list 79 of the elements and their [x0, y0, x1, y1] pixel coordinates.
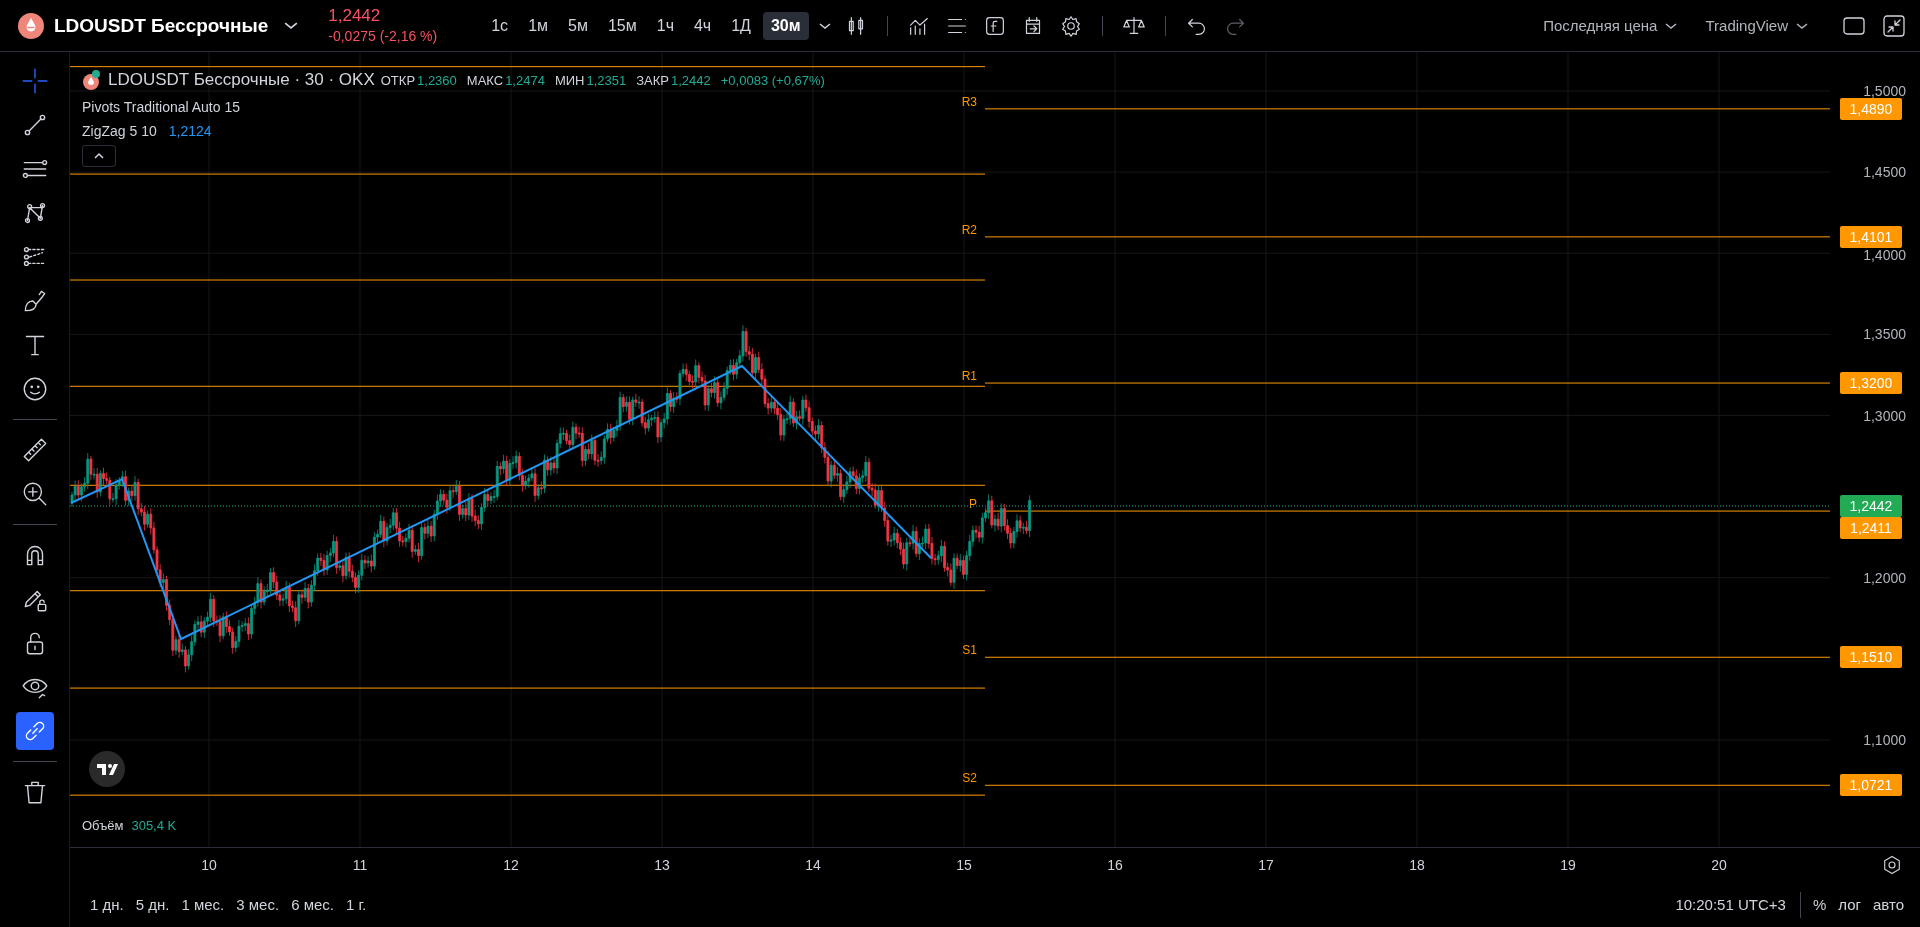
interval-button[interactable]: 5м: [560, 11, 596, 40]
symbol-name[interactable]: LDOUSDT Бессрочные: [54, 14, 269, 37]
pivot-price-label: 1,0721: [1840, 774, 1902, 797]
ohlc-label: ЗАКР: [636, 72, 669, 88]
time-label: 17: [1258, 857, 1274, 873]
price-tick: 1,3500: [1863, 326, 1906, 343]
interval-button[interactable]: 1м: [520, 11, 557, 40]
indicator-name[interactable]: Pivots Traditional Auto 15: [82, 99, 240, 115]
interval-button[interactable]: 4ч: [685, 11, 720, 40]
indicator-name[interactable]: ZigZag 5 10: [82, 123, 157, 139]
interval-button[interactable]: 15м: [599, 11, 645, 40]
time-label: 16: [1107, 857, 1123, 873]
range-button[interactable]: 1 г.: [339, 892, 373, 917]
time-label: 12: [503, 857, 519, 873]
chevron-up-icon: [92, 151, 106, 161]
time-label: 11: [352, 857, 368, 873]
caret-icon[interactable]: [284, 21, 299, 30]
pivot-label: R2: [961, 222, 977, 237]
bar-change: +0,0083 (+0,67%): [720, 72, 825, 88]
range-button[interactable]: 3 мес.: [230, 892, 286, 917]
pivot-label: R3: [961, 94, 977, 109]
pivot-label: S2: [962, 771, 977, 786]
caret-icon: [1665, 21, 1678, 30]
time-label: 10: [201, 857, 217, 873]
time-label: 13: [654, 857, 670, 873]
price-tick: 1,3000: [1863, 407, 1906, 424]
price-source-dropdown[interactable]: Последняя цена: [1537, 16, 1684, 35]
time-label: 19: [1560, 857, 1576, 873]
pivot-price-label: 1,4890: [1840, 97, 1902, 120]
range-button[interactable]: 1 дн.: [84, 892, 130, 917]
volume-value: 305,4 K: [131, 818, 177, 833]
time-label: 18: [1409, 857, 1425, 873]
pivot-label: P: [969, 497, 977, 512]
layout-dropdown[interactable]: TradingView: [1699, 16, 1814, 35]
scale-option-button[interactable]: %: [1806, 892, 1833, 917]
price-tick: 1,1000: [1863, 732, 1906, 748]
scale-option-button[interactable]: авто: [1866, 892, 1910, 917]
ohlc-value: 1,2442: [671, 72, 711, 88]
volume-label: Объём: [82, 818, 124, 833]
coin-logo-icon: [82, 69, 102, 91]
scale-option-button[interactable]: лог: [1832, 892, 1867, 917]
time-label: 20: [1711, 857, 1727, 873]
last-price: 1,2442: [328, 5, 382, 26]
price-tick: 1,5000: [1863, 82, 1906, 99]
interval-button[interactable]: 1с: [483, 11, 517, 40]
price-tick: 1,2000: [1863, 569, 1906, 586]
ohlc-label: МИН: [554, 72, 585, 88]
collapse-legend-button[interactable]: [82, 145, 116, 167]
pivot-price-label: 1,4101: [1840, 225, 1902, 248]
ohlc-value: 1,2351: [586, 72, 627, 88]
ohlc-value: 1,2360: [417, 72, 457, 88]
ohlc-value: 1,2474: [505, 72, 545, 88]
caret-icon[interactable]: [818, 21, 831, 30]
ohlc-label: МАКС: [466, 72, 504, 88]
caret-icon: [1796, 21, 1808, 30]
indicator-value: 1,2124: [168, 123, 212, 139]
pivot-price-label: 1,1510: [1840, 646, 1902, 669]
last-price-label: 1,2442: [1840, 495, 1902, 518]
clock: 10:20:51 UTC+3: [1675, 896, 1786, 913]
price-tick: 1,4500: [1863, 164, 1906, 181]
ohlc-label: ОТКР: [380, 72, 416, 88]
range-button[interactable]: 5 дн.: [129, 892, 176, 917]
time-label: 14: [805, 857, 821, 873]
chart-title[interactable]: LDOUSDT Бессрочные · 30 · OKX: [108, 70, 375, 90]
pivot-label: R1: [961, 369, 977, 384]
pivot-price-label: 1,2411: [1840, 517, 1902, 540]
price-tick: 1,4000: [1863, 246, 1906, 263]
coin-logo-icon: [18, 12, 44, 39]
range-button[interactable]: 6 мес.: [285, 892, 340, 917]
interval-button[interactable]: 1ч: [648, 11, 682, 40]
link-button[interactable]: [15, 712, 54, 750]
tradingview-logo-icon[interactable]: [89, 751, 125, 787]
pivot-label: S1: [962, 643, 977, 658]
time-label: 15: [956, 857, 972, 873]
pivot-price-label: 1,3200: [1840, 372, 1902, 395]
interval-button[interactable]: 30м: [762, 11, 809, 40]
price-change: -0,0275 (-2,16 %): [328, 26, 438, 46]
range-button[interactable]: 1 мес.: [175, 892, 231, 917]
interval-button[interactable]: 1Д: [723, 11, 759, 40]
